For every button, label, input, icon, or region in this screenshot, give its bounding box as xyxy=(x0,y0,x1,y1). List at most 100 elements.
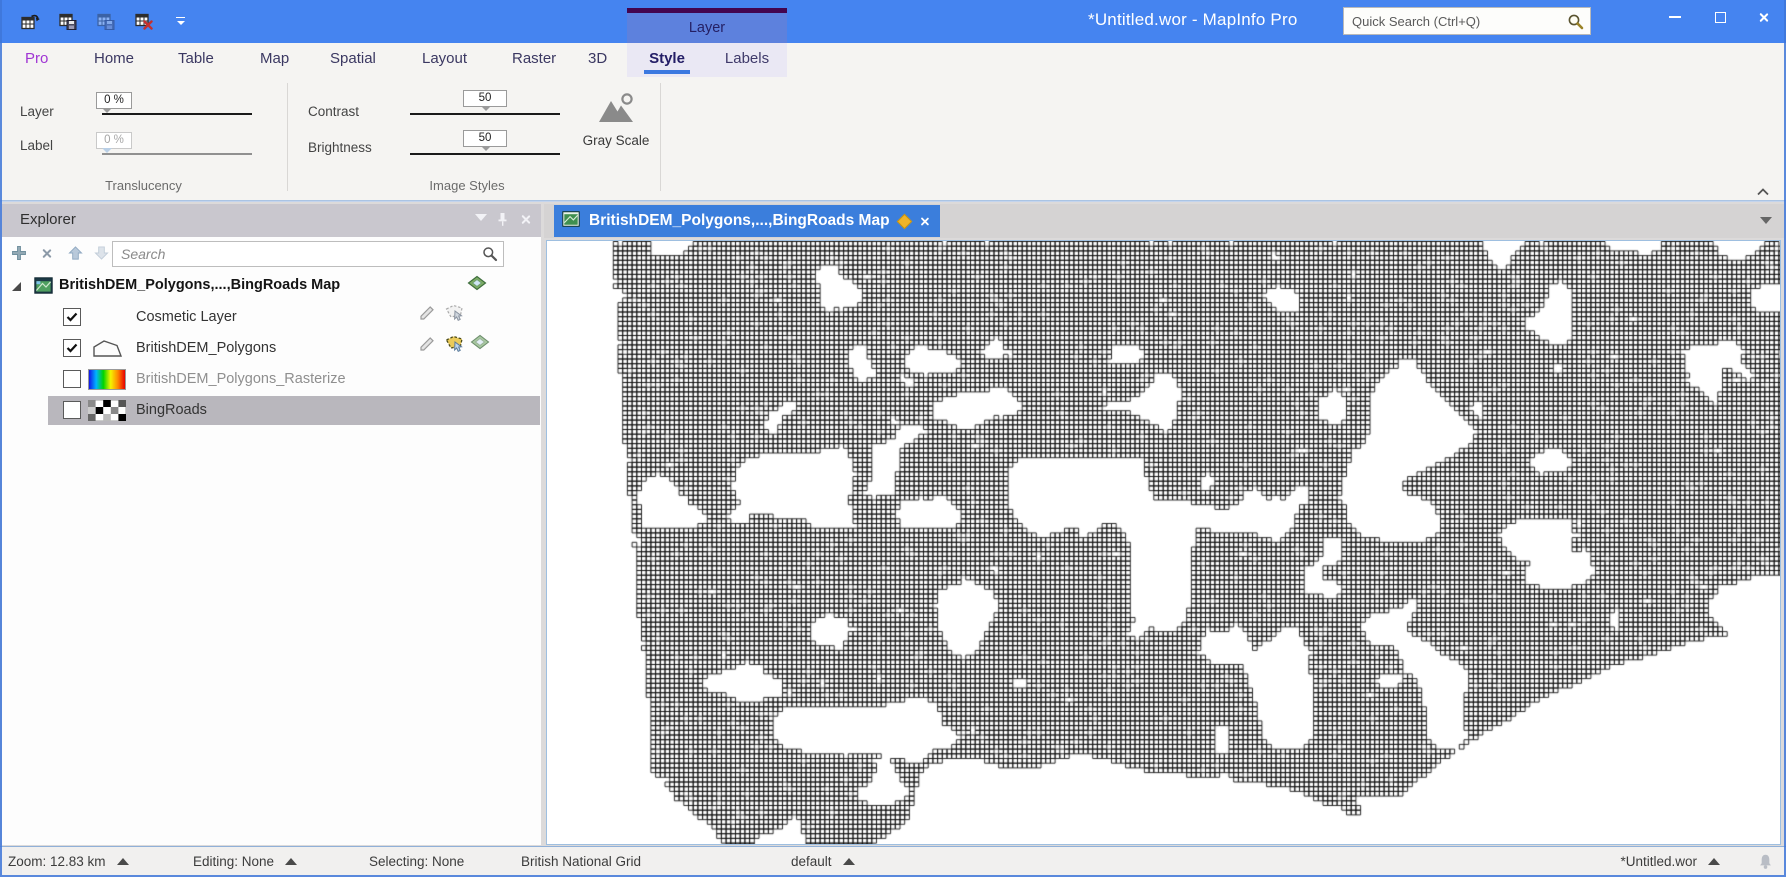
close-button[interactable] xyxy=(1741,0,1786,34)
popup-indicator-icon xyxy=(116,858,129,865)
save-workspace-button[interactable] xyxy=(56,9,80,33)
search-icon[interactable] xyxy=(482,246,498,262)
tab-labels[interactable]: Labels xyxy=(707,43,787,77)
zoom-layering-icon[interactable] xyxy=(470,334,492,356)
raster-style-swatch[interactable] xyxy=(88,369,126,390)
explorer-search-box xyxy=(112,241,504,267)
contrast-track[interactable] xyxy=(410,113,560,115)
save-table-icon xyxy=(97,13,115,30)
explorer-title: Explorer xyxy=(20,211,76,228)
move-down-button[interactable] xyxy=(90,242,112,264)
save-table-button[interactable] xyxy=(94,9,118,33)
status-style[interactable]: default xyxy=(791,847,855,876)
selectable-icon[interactable] xyxy=(444,303,466,325)
tab-raster[interactable]: Raster xyxy=(512,43,556,77)
workspace-content: Explorer Search BritishDEM_Polygons,...,… xyxy=(0,201,1786,846)
document-area: BritishDEM_Polygons,...,BingRoads Map xyxy=(544,204,1784,845)
customize-qat-icon[interactable] xyxy=(176,16,185,26)
collapse-ribbon-icon[interactable] xyxy=(1756,187,1770,196)
layer-visibility-checkbox[interactable] xyxy=(63,401,81,419)
quick-search-input[interactable] xyxy=(1344,13,1567,29)
layer-row-bingroads[interactable]: BingRoads xyxy=(48,396,540,425)
map-window xyxy=(546,240,1781,845)
label-translucency-track[interactable] xyxy=(102,153,252,155)
ribbon-tab-row: Pro Home Table Map Spatial Layout Raster… xyxy=(0,43,1786,77)
tab-3d[interactable]: 3D xyxy=(588,43,607,77)
arrow-up-icon xyxy=(67,246,83,260)
layer-visibility-checkbox[interactable] xyxy=(63,370,81,388)
open-table-button[interactable] xyxy=(18,9,42,33)
layer-translucency-value[interactable]: 0 % xyxy=(96,92,132,113)
polygon-style-swatch[interactable] xyxy=(88,338,126,359)
contrast-value[interactable]: 50 xyxy=(463,90,507,111)
layer-name: Cosmetic Layer xyxy=(136,309,237,325)
tile-style-swatch[interactable] xyxy=(87,399,127,422)
remove-icon xyxy=(42,248,53,259)
close-table-icon xyxy=(134,13,153,30)
close-panel-icon[interactable] xyxy=(520,214,531,225)
notifications-bell-icon[interactable] xyxy=(1757,847,1774,876)
status-selecting[interactable]: Selecting: None xyxy=(369,847,464,876)
explorer-header: Explorer xyxy=(2,204,541,237)
layer-row-britishdem-rasterize[interactable]: BritishDEM_Polygons_Rasterize xyxy=(48,365,540,394)
title-bar: Layer *Untitled.wor - MapInfo Pro xyxy=(0,0,1786,43)
expander-icon[interactable] xyxy=(12,282,21,291)
tab-map[interactable]: Map xyxy=(260,43,289,77)
open-table-icon xyxy=(20,14,40,29)
status-projection[interactable]: British National Grid xyxy=(521,847,641,876)
explorer-panel: Explorer Search BritishDEM_Polygons,...,… xyxy=(2,204,541,845)
explorer-search-input[interactable] xyxy=(113,246,482,262)
map-icon xyxy=(562,210,580,232)
plus-icon xyxy=(12,246,26,260)
brightness-slider-label: Brightness xyxy=(308,140,372,155)
tab-pro[interactable]: Pro xyxy=(25,43,48,77)
layer-row-britishdem-polygons[interactable]: BritishDEM_Polygons xyxy=(48,334,540,363)
panel-menu-chevron-icon[interactable] xyxy=(475,214,487,227)
layer-row-cosmetic[interactable]: Cosmetic Layer xyxy=(48,303,540,332)
layer-translucency-track[interactable] xyxy=(102,113,252,115)
status-editing[interactable]: Editing: None xyxy=(193,847,298,876)
minimize-button[interactable] xyxy=(1652,0,1697,34)
search-icon[interactable] xyxy=(1567,13,1584,30)
status-zoom[interactable]: Zoom: 12.83 km xyxy=(8,847,129,876)
group-separator xyxy=(660,83,661,191)
maximize-button[interactable] xyxy=(1698,0,1743,34)
close-table-button[interactable] xyxy=(132,9,156,33)
label-translucency-value[interactable]: 0 % xyxy=(96,132,132,153)
add-button[interactable] xyxy=(8,242,30,264)
brightness-track[interactable] xyxy=(410,153,560,155)
move-up-button[interactable] xyxy=(64,242,86,264)
group-separator xyxy=(287,83,288,191)
gray-scale-button[interactable]: Gray Scale xyxy=(578,82,654,190)
remove-button[interactable] xyxy=(36,242,58,264)
tab-home[interactable]: Home xyxy=(94,43,134,77)
map-canvas[interactable] xyxy=(547,241,1780,844)
close-tab-icon[interactable] xyxy=(919,216,929,226)
window-title: *Untitled.wor - MapInfo Pro xyxy=(1088,10,1298,29)
layer-visibility-checkbox[interactable] xyxy=(63,308,81,326)
map-document-tab[interactable]: BritishDEM_Polygons,...,BingRoads Map xyxy=(554,205,940,237)
window-list-dropdown-icon[interactable] xyxy=(1760,217,1772,230)
map-node-label: BritishDEM_Polygons,...,BingRoads Map xyxy=(59,277,341,293)
popup-indicator-icon xyxy=(285,858,298,865)
maximize-icon xyxy=(1715,11,1726,23)
tab-spatial[interactable]: Spatial xyxy=(330,43,376,77)
popup-indicator-icon xyxy=(842,858,855,865)
tab-table[interactable]: Table xyxy=(178,43,214,77)
layer-control-icon[interactable] xyxy=(467,275,489,297)
tab-style[interactable]: Style xyxy=(627,43,707,77)
check-icon xyxy=(66,312,78,322)
status-workspace[interactable]: *Untitled.wor xyxy=(1620,847,1720,876)
contrast-slider-label: Contrast xyxy=(308,104,360,119)
editable-icon[interactable] xyxy=(444,334,466,356)
layer-visibility-checkbox[interactable] xyxy=(63,339,81,357)
tab-layout[interactable]: Layout xyxy=(422,43,467,77)
map-icon xyxy=(34,277,53,299)
tree-node-map[interactable]: BritishDEM_Polygons,...,BingRoads Map xyxy=(2,272,539,301)
brightness-value[interactable]: 50 xyxy=(463,130,507,151)
pin-icon[interactable] xyxy=(496,212,509,232)
edit-style-icon[interactable] xyxy=(417,303,439,325)
status-bar: Zoom: 12.83 km Editing: None Selecting: … xyxy=(0,846,1786,877)
edit-style-icon[interactable] xyxy=(417,334,439,356)
ribbon-content: Layer 0 % Label 0 % Translucency Contras… xyxy=(0,77,1786,201)
